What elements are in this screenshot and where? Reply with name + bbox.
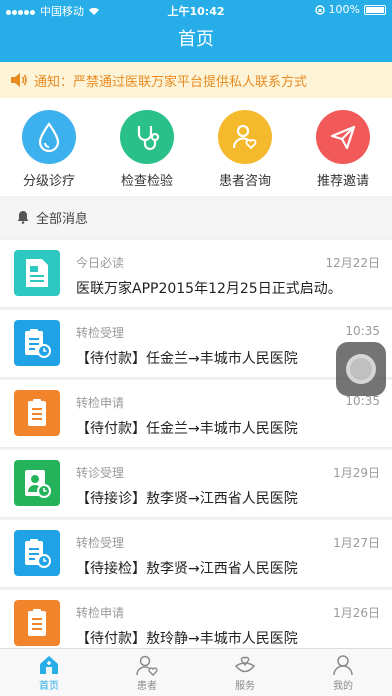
tab-home[interactable]: 首页: [0, 649, 98, 696]
assistive-touch-icon: [346, 354, 376, 384]
quick-action-invite[interactable]: 推荐邀请: [294, 98, 392, 196]
message-text: 【待接检】敖李贤→江西省人民医院: [76, 561, 298, 577]
message-text: 【待付款】任金兰→丰城市人民医院: [76, 421, 298, 437]
patient-icon: [136, 655, 158, 676]
battery-percent: 100%: [328, 3, 360, 16]
tab-label: 服务: [235, 681, 255, 692]
quick-action-label: 患者咨询: [218, 174, 271, 189]
person-clock-icon: [14, 460, 60, 506]
battery-icon: [364, 4, 386, 15]
quick-actions: 分级诊疗 检查检验 患者咨询 推荐邀请: [0, 98, 392, 196]
service-icon: [234, 656, 256, 673]
message-category: 转诊受理: [76, 466, 125, 480]
message-item[interactable]: 转检申请 10:35 【待付款】任金兰→丰城市人民医院: [0, 380, 392, 448]
message-item[interactable]: 今日必读 12月22日 医联万家APP2015年12月25日正式启动。: [0, 240, 392, 308]
message-item[interactable]: 转诊受理 1月29日 【待接诊】敖李贤→江西省人民医院: [0, 450, 392, 518]
message-date: 1月26日: [333, 606, 380, 620]
status-bar: 中国移动 上午10:42 100%: [0, 0, 392, 20]
speaker-icon: [11, 73, 27, 87]
clipboard-icon: [14, 390, 60, 436]
message-text: 【待付款】敖玲静→丰城市人民医院: [76, 631, 298, 647]
water-drop-icon: [22, 110, 76, 164]
tab-label: 我的: [333, 681, 353, 692]
tab-label: 患者: [137, 681, 157, 692]
message-category: 转检申请: [76, 606, 125, 620]
message-date: 1月27日: [333, 536, 380, 550]
tab-patients[interactable]: 患者: [98, 649, 196, 696]
message-date: 10:35: [345, 394, 380, 408]
profile-icon: [333, 655, 353, 676]
message-category: 今日必读: [76, 256, 125, 270]
clipboard-icon: [14, 600, 60, 646]
message-item[interactable]: 转检受理 1月27日 【待接检】敖李贤→江西省人民医院: [0, 520, 392, 588]
message-text: 【待接诊】敖李贤→江西省人民医院: [76, 491, 298, 507]
page-title: 首页: [178, 29, 214, 50]
tab-bar: 首页 患者 服务 我的: [0, 648, 392, 696]
message-date: 10:35: [345, 324, 380, 338]
message-category: 转检受理: [76, 326, 125, 340]
message-text: 医联万家APP2015年12月25日正式启动。: [76, 281, 342, 297]
orientation-lock-icon: [314, 4, 325, 15]
status-right: 100%: [314, 3, 386, 16]
message-text: 【待付款】任金兰→丰城市人民医院: [76, 351, 298, 367]
stethoscope-icon: [120, 110, 174, 164]
section-title: 全部消息: [36, 211, 89, 227]
quick-action-exam[interactable]: 检查检验: [98, 98, 196, 196]
document-icon: [14, 250, 60, 296]
bell-icon: [17, 211, 29, 224]
message-category: 转检受理: [76, 536, 125, 550]
clipboard-clock-icon: [14, 530, 60, 576]
tab-services[interactable]: 服务: [196, 649, 294, 696]
quick-action-referral[interactable]: 分级诊疗: [0, 98, 98, 196]
notice-banner[interactable]: 通知：严禁通过医联万家平台提供私人联系方式: [0, 62, 392, 98]
message-date: 12月22日: [325, 256, 380, 270]
quick-action-label: 分级诊疗: [22, 174, 75, 189]
paper-plane-icon: [316, 110, 370, 164]
quick-action-consult[interactable]: 患者咨询: [196, 98, 294, 196]
nav-bar: 首页: [0, 20, 392, 62]
quick-action-label: 检查检验: [120, 174, 173, 189]
message-list: 今日必读 12月22日 医联万家APP2015年12月25日正式启动。 转检受理…: [0, 240, 392, 660]
message-date: 1月29日: [333, 466, 380, 480]
message-item[interactable]: 转检受理 10:35 【待付款】任金兰→丰城市人民医院: [0, 310, 392, 378]
home-icon: [40, 656, 58, 674]
assistive-touch-button[interactable]: [336, 342, 386, 396]
notice-text: 通知：严禁通过医联万家平台提供私人联系方式: [34, 74, 308, 90]
message-category: 转检申请: [76, 396, 125, 410]
tab-label: 首页: [39, 681, 59, 692]
section-header: 全部消息: [0, 198, 392, 236]
quick-action-label: 推荐邀请: [316, 174, 369, 189]
clipboard-clock-icon: [14, 320, 60, 366]
patient-heart-icon: [218, 110, 272, 164]
tab-profile[interactable]: 我的: [294, 649, 392, 696]
